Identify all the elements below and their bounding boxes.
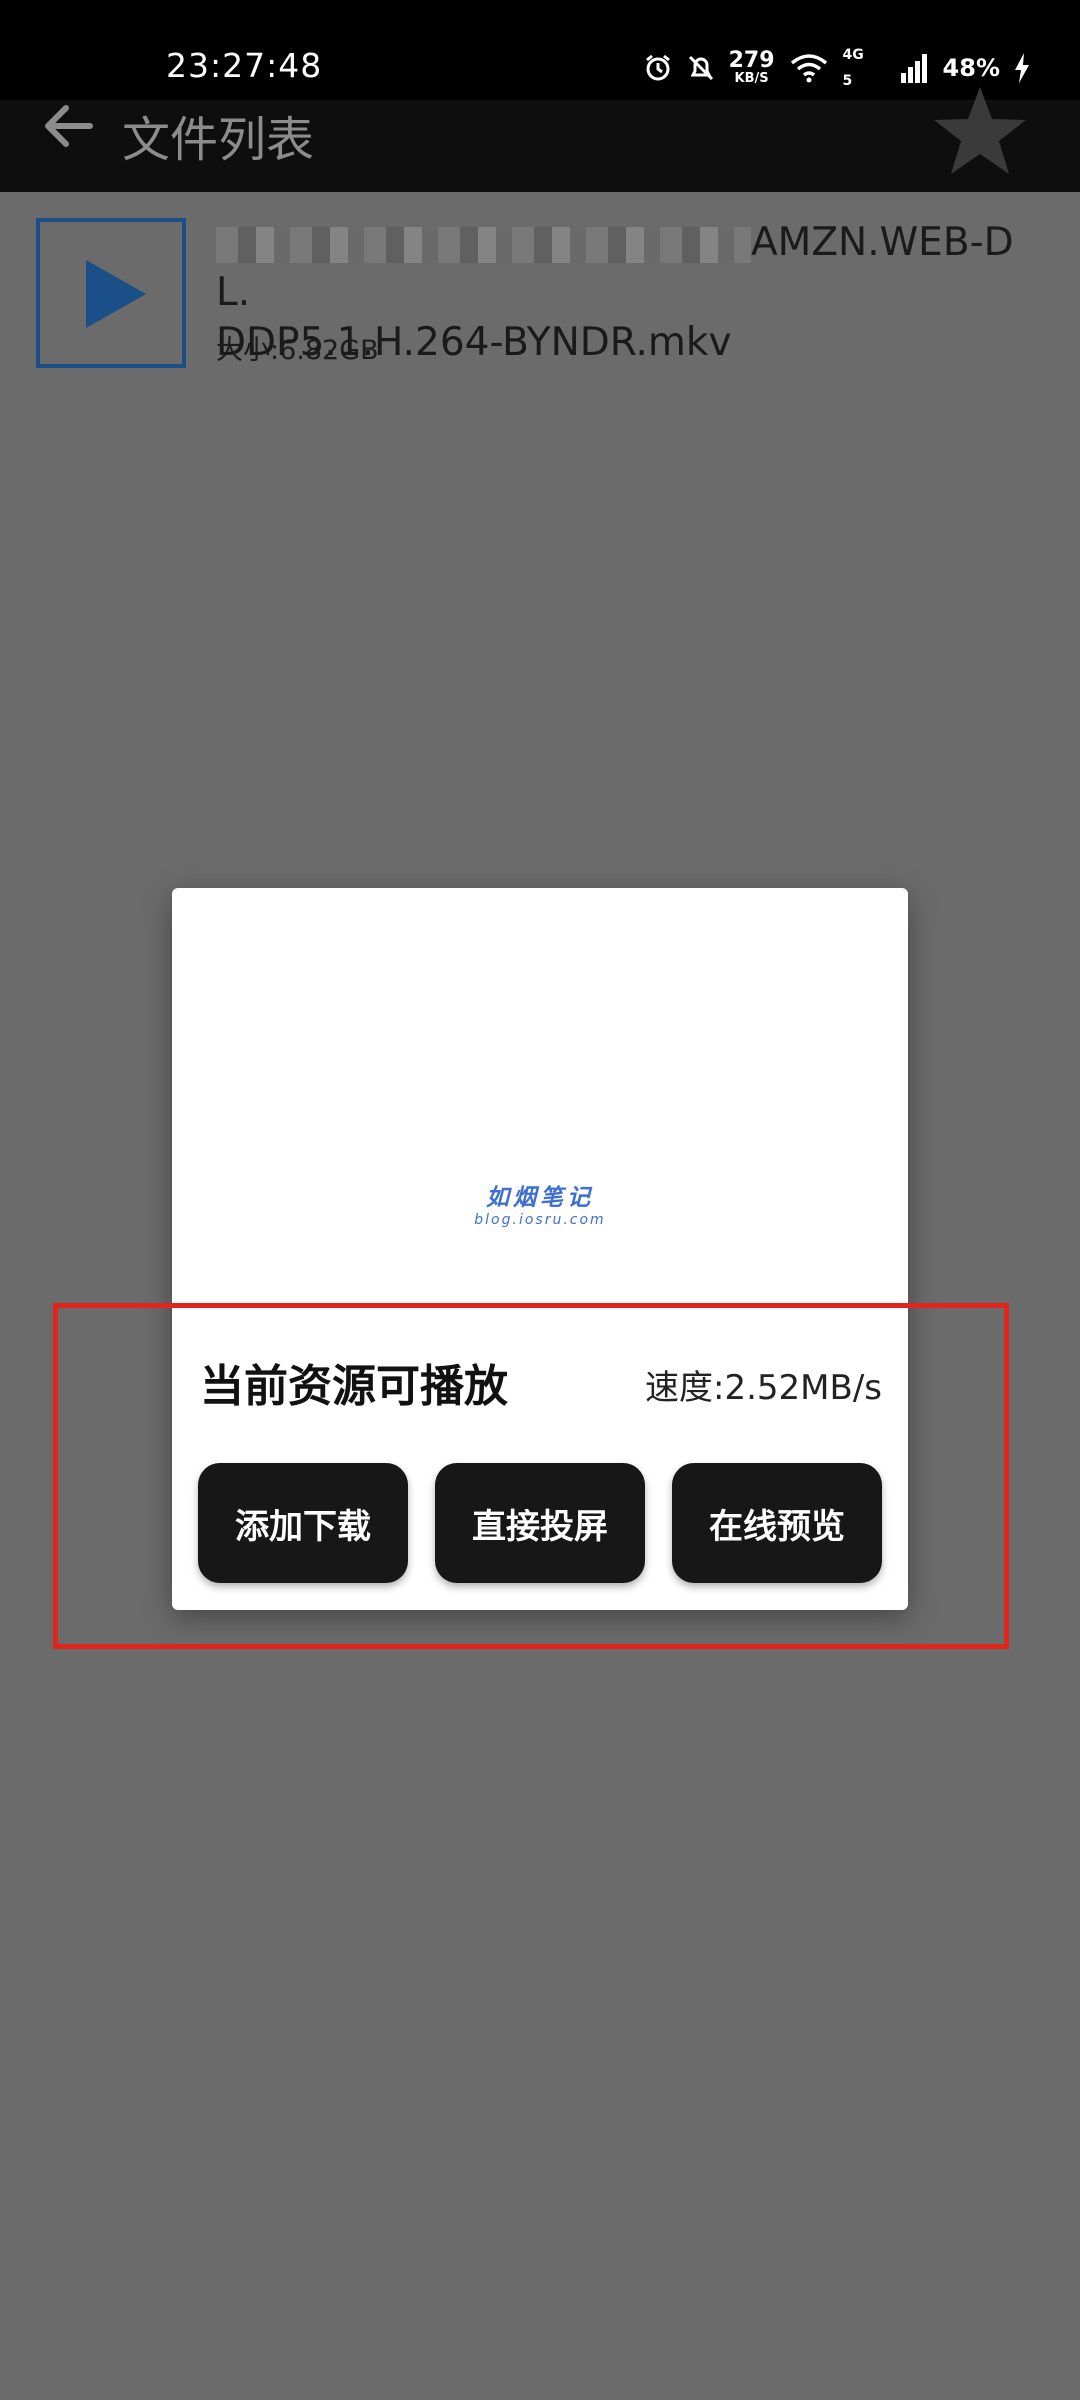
status-time: 23:27:48 [166, 46, 323, 85]
network-type-label: 4G 5 [842, 46, 864, 89]
cell-signal-icon [900, 53, 929, 83]
mute-bell-icon [687, 53, 715, 83]
battery-level: 48% [942, 53, 1000, 82]
file-list-item[interactable]: AMZN.WEB-DL. DDP5.1.H.264-BYNDR.mkv 大小:6… [0, 210, 1080, 380]
play-icon [86, 260, 146, 328]
status-icons: 279 KB/S 4G 5 48% [643, 46, 1030, 89]
watermark: 如烟笔记 blog.iosru.com [474, 1185, 606, 1228]
redacted-filename-part [216, 226, 751, 263]
charging-bolt-icon [1014, 52, 1030, 83]
alarm-icon [643, 53, 673, 83]
status-bar: 23:27:48 279 KB/S 4G 5 48% [0, 0, 1080, 100]
page-title: 文件列表 [122, 112, 315, 168]
back-arrow-icon[interactable] [38, 96, 98, 160]
highlight-annotation [53, 1303, 1009, 1649]
wifi-icon [789, 53, 829, 83]
file-size: 大小:6.82GB [216, 335, 379, 366]
star-icon[interactable] [930, 82, 1030, 186]
video-file-thumbnail [36, 218, 186, 368]
network-speed: 279 KB/S [728, 48, 775, 86]
